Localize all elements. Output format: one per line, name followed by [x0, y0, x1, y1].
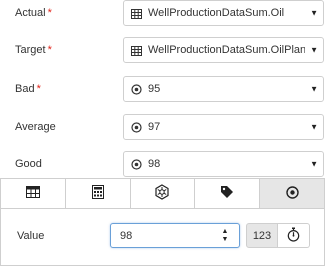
tab-tag[interactable]	[195, 179, 261, 208]
spin-down-icon[interactable]: ▼	[222, 236, 229, 243]
value-label: Value	[17, 230, 45, 242]
actual-select[interactable]: WellProductionDataSum.Oil ▼	[123, 0, 324, 26]
average-label: Average	[15, 121, 56, 133]
tab-calculation[interactable]	[65, 179, 131, 208]
value-panel-body: Value 98 ▲ ▼ 123	[0, 209, 325, 266]
tab-table[interactable]	[1, 179, 66, 208]
actual-label: Actual *	[15, 7, 52, 19]
table-icon	[131, 8, 142, 19]
value-number-input[interactable]: 98 ▲ ▼	[110, 223, 240, 248]
tag-icon	[220, 185, 234, 202]
good-value: 98	[148, 158, 161, 170]
table-icon	[25, 186, 40, 201]
radio-dot-icon	[131, 122, 142, 133]
chevron-down-icon: ▼	[310, 45, 318, 55]
average-value: 97	[148, 121, 161, 133]
radio-dot-icon	[131, 159, 142, 170]
radio-dot-icon	[285, 185, 299, 202]
chevron-down-icon: ▼	[310, 122, 318, 132]
actual-value: WellProductionDataSum.Oil	[148, 7, 285, 19]
field-row-good: Good 98 ▼	[0, 151, 325, 177]
good-select[interactable]: 98 ▼	[123, 151, 324, 177]
hexagon-network-icon	[154, 184, 170, 203]
bad-value: 95	[148, 83, 161, 95]
numeric-mode-button[interactable]: 123	[246, 223, 278, 248]
bad-label: Bad *	[15, 83, 41, 95]
field-row-average: Average 97 ▼	[0, 114, 325, 140]
tab-value[interactable]	[260, 179, 324, 208]
value-input-text: 98	[120, 229, 133, 242]
spin-up-icon[interactable]: ▲	[222, 228, 229, 235]
stopwatch-icon	[287, 227, 300, 245]
field-row-actual: Actual * WellProductionDataSum.Oil ▼	[0, 0, 325, 26]
table-icon	[131, 45, 142, 56]
source-type-tabs	[0, 178, 325, 209]
target-label: Target *	[15, 44, 52, 56]
calculator-icon	[91, 185, 104, 202]
value-source-panel: Value 98 ▲ ▼ 123	[0, 178, 325, 266]
tab-network[interactable]	[130, 179, 196, 208]
chevron-down-icon: ▼	[310, 8, 318, 18]
target-value: WellProductionDataSum.OilPlanr	[148, 44, 305, 56]
spinner-buttons[interactable]: ▲ ▼	[220, 228, 230, 243]
dial-mode-button[interactable]	[278, 223, 310, 248]
field-row-target: Target * WellProductionDataSum.OilPlanr ▼	[0, 37, 325, 63]
good-label: Good	[15, 158, 42, 170]
target-select[interactable]: WellProductionDataSum.OilPlanr ▼	[123, 37, 324, 63]
radio-dot-icon	[131, 84, 142, 95]
chevron-down-icon: ▼	[310, 84, 318, 94]
field-row-bad: Bad * 95 ▼	[0, 76, 325, 102]
bad-select[interactable]: 95 ▼	[123, 76, 324, 102]
average-select[interactable]: 97 ▼	[123, 114, 324, 140]
chevron-down-icon: ▼	[310, 159, 318, 169]
